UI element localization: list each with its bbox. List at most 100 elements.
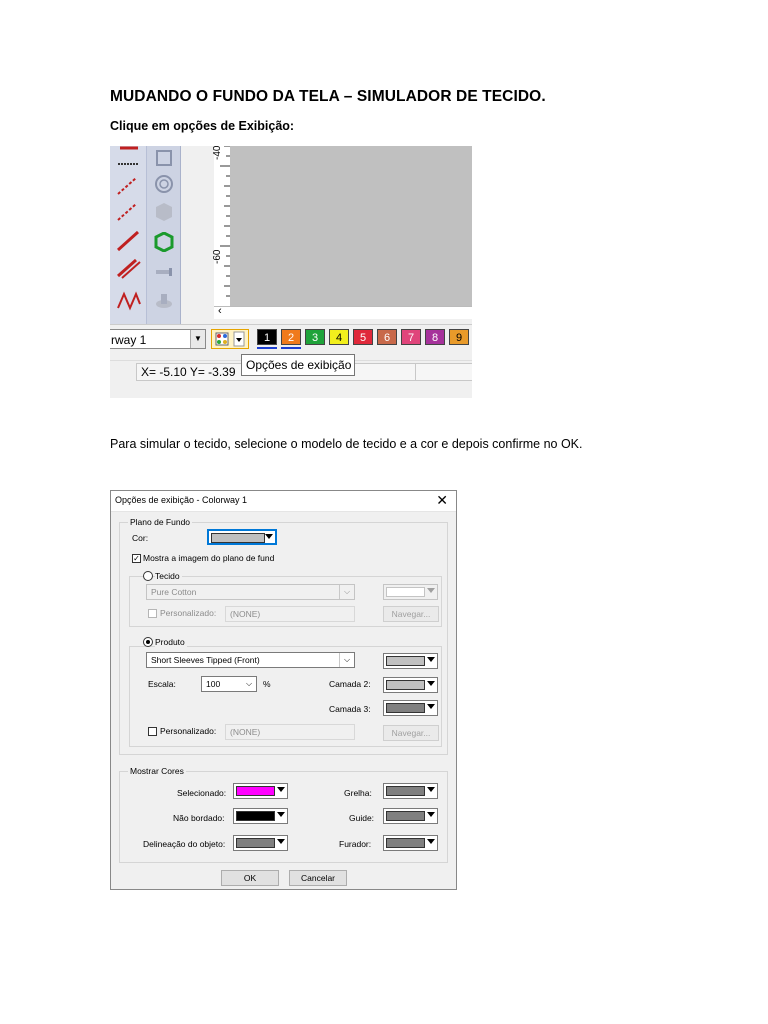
palette-swatch-5[interactable]: 5 [353, 329, 373, 345]
object-outline-color-button[interactable] [233, 835, 288, 851]
product-custom-path-value: (NONE) [230, 727, 261, 737]
palette-swatch-6[interactable]: 6 [377, 329, 397, 345]
hexagon-gray-icon[interactable] [154, 202, 174, 222]
background-group-legend: Plano de Fundo [128, 517, 193, 527]
product-select-value: Short Sleeves Tipped (Front) [151, 655, 260, 665]
circle-icon[interactable] [154, 174, 174, 194]
swatch-underline [281, 347, 301, 349]
palette-swatch-8[interactable]: 8 [425, 329, 445, 345]
chevron-down-icon: ⌵ [245, 679, 253, 688]
dialog-title: Opções de exibição - Colorway 1 [115, 495, 248, 505]
layer3-label: Camada 3: [329, 704, 371, 714]
product-color-swatch [386, 656, 425, 666]
chevron-down-icon[interactable]: ▼ [190, 330, 205, 348]
coordinates-readout: X= -5.10 Y= -3.39 [141, 365, 236, 379]
product-browse-button[interactable]: Navegar... [383, 725, 439, 741]
page-heading: MUDANDO O FUNDO DA TELA – SIMULADOR DE T… [110, 88, 546, 105]
status-cell [415, 363, 472, 381]
grid-color-button[interactable] [383, 783, 438, 799]
close-icon[interactable]: ✕ [436, 492, 448, 509]
guide-color-swatch [386, 811, 425, 821]
chevron-down-icon [277, 839, 285, 844]
swatch-underline [257, 347, 277, 349]
shape-toolbar [147, 146, 181, 324]
object-outline-color-swatch [236, 838, 275, 848]
colorway-select[interactable]: rway 1 ▼ [110, 329, 206, 349]
non-embroidered-color-swatch [236, 811, 275, 821]
fabric-browse-button[interactable]: Navegar... [383, 606, 439, 622]
scroll-left-icon[interactable]: ‹ [218, 305, 222, 317]
scale-label: Escala: [148, 679, 176, 689]
fabric-color-button[interactable] [383, 584, 438, 600]
chevron-down-icon [427, 839, 435, 844]
display-options-icon [215, 331, 245, 347]
product-radio[interactable] [143, 637, 153, 647]
fabric-custom-checkbox[interactable] [148, 609, 157, 618]
palette-swatch-7[interactable]: 7 [401, 329, 421, 345]
fabric-radio[interactable] [143, 571, 153, 581]
product-select[interactable]: Short Sleeves Tipped (Front) ⌵ [146, 652, 355, 668]
layer2-label: Camada 2: [329, 679, 371, 689]
ok-button[interactable]: OK [221, 870, 279, 886]
palette-swatch-1[interactable]: 1 [257, 329, 277, 345]
layer2-color-button[interactable] [383, 677, 438, 693]
product-custom-label: Personalizado: [160, 726, 217, 736]
chevron-down-icon [277, 812, 285, 817]
fabric-color-swatch [386, 587, 425, 597]
design-canvas[interactable] [230, 146, 472, 306]
scale-select[interactable]: 100 ⌵ [201, 676, 257, 692]
layer3-color-swatch [386, 703, 425, 713]
fabric-select-value: Pure Cotton [151, 587, 197, 597]
grid-label: Grelha: [344, 788, 372, 798]
palette-swatch-4[interactable]: 4 [329, 329, 349, 345]
layer3-color-button[interactable] [383, 700, 438, 716]
display-options-button[interactable] [211, 329, 249, 349]
punch-label: Furador: [339, 839, 372, 849]
non-embroidered-color-button[interactable] [233, 808, 288, 824]
chevron-down-icon [427, 812, 435, 817]
object-outline-label: Delineação do objeto: [143, 839, 226, 849]
ruler-tool-icon[interactable] [154, 262, 174, 282]
display-options-dialog: Opções de exibição - Colorway 1 ✕ Plano … [110, 490, 457, 890]
guide-label: Guide: [349, 813, 375, 823]
layer2-color-swatch [386, 680, 425, 690]
chevron-down-icon [427, 588, 435, 593]
hexagon-green-icon[interactable] [154, 231, 174, 253]
screenshot-toolbar: -40 -60 ‹ rway 1 ▼ X= -5.10 Y= -3.39 Opç… [110, 146, 472, 398]
background-color-button[interactable] [207, 529, 277, 545]
cancel-button[interactable]: Cancelar [289, 870, 347, 886]
layer-icon[interactable] [154, 148, 174, 168]
fabric-custom-path: (NONE) [225, 606, 355, 622]
chevron-down-icon [265, 534, 273, 539]
guide-color-button[interactable] [383, 808, 438, 824]
colorway-select-value: rway 1 [111, 333, 147, 347]
palette-swatch-9[interactable]: 9 [449, 329, 469, 345]
chevron-down-icon [427, 681, 435, 686]
non-embroidered-label: Não bordado: [173, 813, 225, 823]
vertical-ruler: -40 -60 [212, 146, 231, 318]
instruction-click-display-options: Clique em opções de Exibição: [110, 119, 295, 133]
palette-swatch-2[interactable]: 2 [281, 329, 301, 345]
palette-swatch-3[interactable]: 3 [305, 329, 325, 345]
fabric-select[interactable]: Pure Cotton ⌵ [146, 584, 355, 600]
product-custom-checkbox[interactable] [148, 727, 157, 736]
selected-label: Selecionado: [177, 788, 227, 798]
fabric-custom-path-value: (NONE) [230, 609, 261, 619]
ruler-label-60: -60 [212, 249, 223, 264]
instruction-simulate-fabric: Para simular o tecido, selecione o model… [110, 437, 583, 451]
scale-unit: % [263, 679, 271, 689]
display-options-tooltip: Opções de exibição [241, 354, 355, 376]
show-background-image-label: Mostra a imagem do plano de fund [143, 553, 275, 563]
show-background-image-checkbox[interactable]: ✓ [132, 554, 141, 563]
stitch-toolbar [110, 146, 147, 324]
product-custom-path: (NONE) [225, 724, 355, 740]
stitch-tools-icon [116, 146, 141, 311]
selected-color-button[interactable] [233, 783, 288, 799]
horizontal-scrollbar[interactable]: ‹ [214, 305, 472, 319]
ruler-label-40: -40 [212, 146, 223, 160]
punch-color-button[interactable] [383, 835, 438, 851]
stamp-icon[interactable] [154, 290, 174, 310]
product-color-button[interactable] [383, 653, 438, 669]
fabric-custom-label: Personalizado: [160, 608, 217, 618]
punch-color-swatch [386, 838, 425, 848]
